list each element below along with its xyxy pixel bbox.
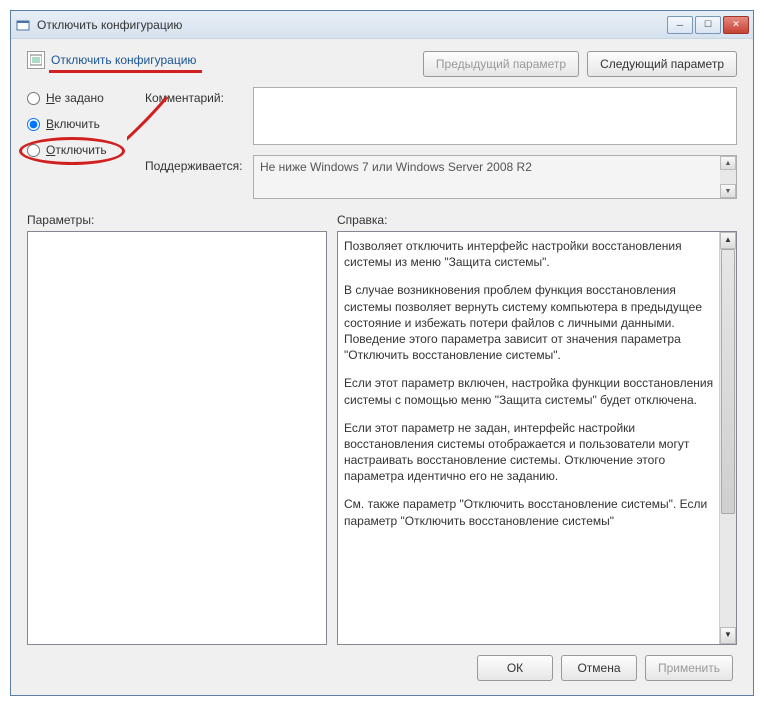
content-area: Отключить конфигурацию Предыдущий параме… — [11, 39, 753, 695]
help-paragraph: Если этот параметр не задан, интерфейс н… — [344, 420, 714, 485]
scroll-thumb[interactable] — [721, 249, 735, 514]
window-icon — [15, 17, 31, 33]
cancel-button[interactable]: Отмена — [561, 655, 637, 681]
maximize-button[interactable]: ☐ — [695, 16, 721, 34]
supported-scrollbar[interactable]: ▲▼ — [720, 156, 736, 198]
comment-textarea[interactable] — [253, 87, 737, 145]
help-scrollbar[interactable]: ▲ ▼ — [719, 232, 736, 644]
parameters-panel — [27, 231, 327, 645]
policy-name-header: Отключить конфигурацию — [27, 51, 196, 69]
radio-enabled[interactable]: Включить — [27, 117, 137, 131]
parameters-label: Параметры: — [27, 213, 327, 227]
supported-on-box: Не ниже Windows 7 или Windows Server 200… — [253, 155, 737, 199]
previous-setting-button[interactable]: Предыдущий параметр — [423, 51, 579, 77]
help-paragraph: См. также параметр "Отключить восстановл… — [344, 496, 714, 528]
help-paragraph: Если этот параметр включен, настройка фу… — [344, 375, 714, 407]
help-panel: Позволяет отключить интерфейс настройки … — [337, 231, 737, 645]
ok-button[interactable]: ОК — [477, 655, 553, 681]
apply-button[interactable]: Применить — [645, 655, 733, 681]
comment-label: Комментарий: — [145, 87, 245, 105]
supported-label: Поддерживается: — [145, 155, 245, 173]
help-label: Справка: — [337, 213, 737, 227]
policy-icon — [27, 51, 45, 69]
policy-dialog-window: Отключить конфигурацию ─ ☐ ✕ Отключить к… — [10, 10, 754, 696]
radio-disabled[interactable]: Отключить — [27, 143, 137, 157]
radio-enabled-input[interactable] — [27, 118, 40, 131]
annotation-underline — [49, 70, 202, 73]
supported-on-text: Не ниже Windows 7 или Windows Server 200… — [254, 156, 736, 178]
scroll-down-button[interactable]: ▼ — [720, 627, 736, 644]
next-setting-button[interactable]: Следующий параметр — [587, 51, 737, 77]
minimize-button[interactable]: ─ — [667, 16, 693, 34]
scroll-track[interactable] — [720, 249, 736, 627]
policy-name-text: Отключить конфигурацию — [51, 53, 196, 67]
help-paragraph: В случае возникновения проблем функция в… — [344, 282, 714, 363]
radio-not-configured-input[interactable] — [27, 92, 40, 105]
radio-disabled-input[interactable] — [27, 144, 40, 157]
titlebar[interactable]: Отключить конфигурацию ─ ☐ ✕ — [11, 11, 753, 39]
window-title: Отключить конфигурацию — [37, 18, 667, 32]
scroll-up-button[interactable]: ▲ — [720, 232, 736, 249]
radio-not-configured[interactable]: Не задано — [27, 91, 137, 105]
help-paragraph: Позволяет отключить интерфейс настройки … — [344, 238, 714, 270]
state-radio-group: Не задано Включить Отключить — [27, 87, 137, 199]
close-button[interactable]: ✕ — [723, 16, 749, 34]
